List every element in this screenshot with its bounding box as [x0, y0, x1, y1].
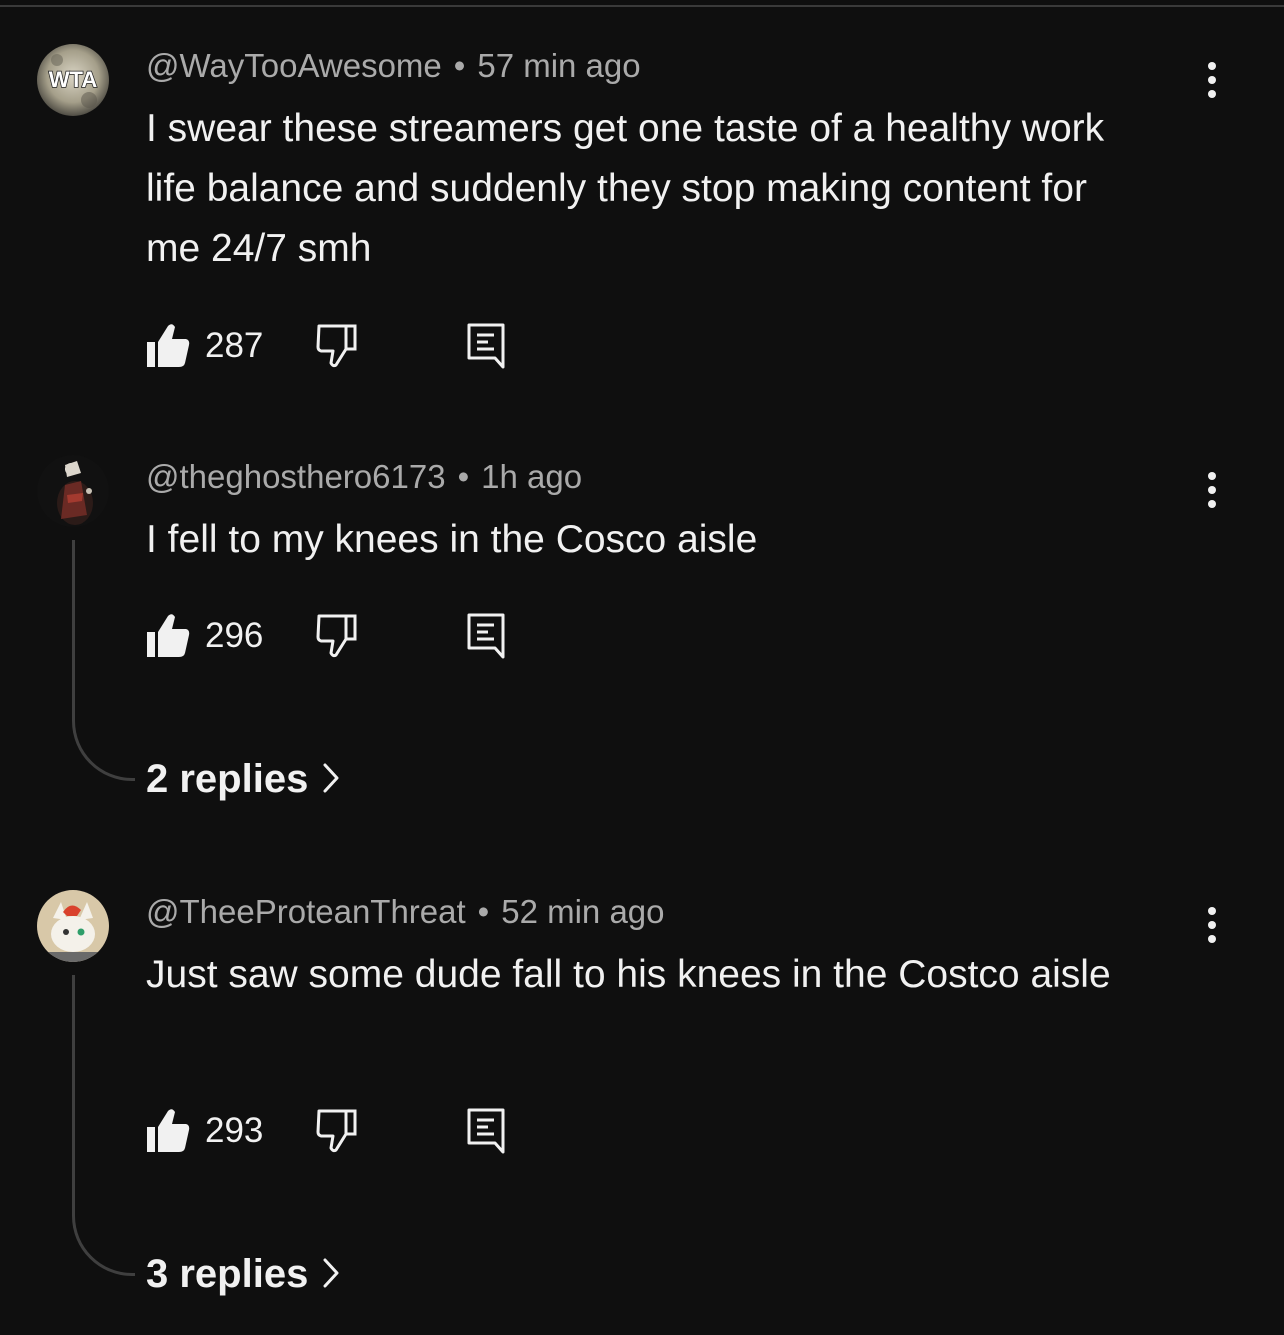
reply-icon: [467, 323, 505, 369]
like-count: 296: [205, 616, 264, 655]
like-icon: [147, 324, 190, 367]
like-icon: [147, 614, 190, 657]
more-options-icon[interactable]: [1198, 907, 1226, 951]
dislike-icon: [316, 614, 357, 658]
avatar-text: WTA: [49, 67, 98, 92]
like-button[interactable]: [146, 612, 190, 663]
author-name[interactable]: @theghosthero6173: [146, 458, 446, 495]
reply-icon: [467, 1108, 505, 1154]
separator: •: [457, 458, 470, 495]
dislike-icon: [316, 324, 357, 368]
chevron-right-icon: [323, 763, 339, 793]
reply-button[interactable]: [466, 1107, 508, 1160]
dislike-button[interactable]: [316, 1107, 360, 1158]
avatar[interactable]: [37, 890, 109, 962]
author-name[interactable]: @TheeProteanThreat: [146, 893, 466, 930]
reply-button[interactable]: [466, 322, 508, 375]
comment-text: Just saw some dude fall to his knees in …: [146, 953, 1111, 996]
more-options-icon[interactable]: [1198, 472, 1226, 516]
like-count: 293: [205, 1111, 264, 1150]
author-name[interactable]: @WayTooAwesome: [146, 47, 442, 84]
replies-label: 3 replies: [146, 1252, 309, 1296]
like-count: 287: [205, 326, 264, 365]
like-button[interactable]: [146, 322, 190, 373]
like-button[interactable]: [146, 1107, 190, 1158]
comment-text: I fell to my knees in the Cosco aisle: [146, 518, 758, 561]
comment-header: @theghosthero6173 • 1h ago: [146, 458, 582, 496]
more-options-icon[interactable]: [1198, 62, 1226, 106]
timestamp: 1h ago: [481, 458, 583, 495]
separator: •: [453, 47, 466, 84]
separator: •: [477, 893, 490, 930]
comment-header: @TheeProteanThreat • 52 min ago: [146, 893, 665, 931]
timestamp: 57 min ago: [477, 47, 641, 84]
timestamp: 52 min ago: [501, 893, 665, 930]
avatar[interactable]: [37, 455, 109, 527]
view-replies-button[interactable]: 2 replies: [146, 757, 340, 802]
chevron-right-icon: [323, 1258, 339, 1288]
avatar[interactable]: WTA: [37, 44, 109, 116]
like-icon: [147, 1109, 190, 1152]
dislike-button[interactable]: [316, 322, 360, 373]
dislike-icon: [316, 1109, 357, 1153]
thread-line: [72, 540, 135, 781]
comment-text: I swear these streamers get one taste of…: [146, 107, 1105, 270]
comment-header: @WayTooAwesome • 57 min ago: [146, 47, 641, 85]
reply-icon: [467, 613, 505, 659]
view-replies-button[interactable]: 3 replies: [146, 1252, 340, 1297]
top-divider: [0, 5, 1284, 7]
dislike-button[interactable]: [316, 612, 360, 663]
reply-button[interactable]: [466, 612, 508, 665]
replies-label: 2 replies: [146, 757, 309, 801]
thread-line: [72, 975, 135, 1276]
